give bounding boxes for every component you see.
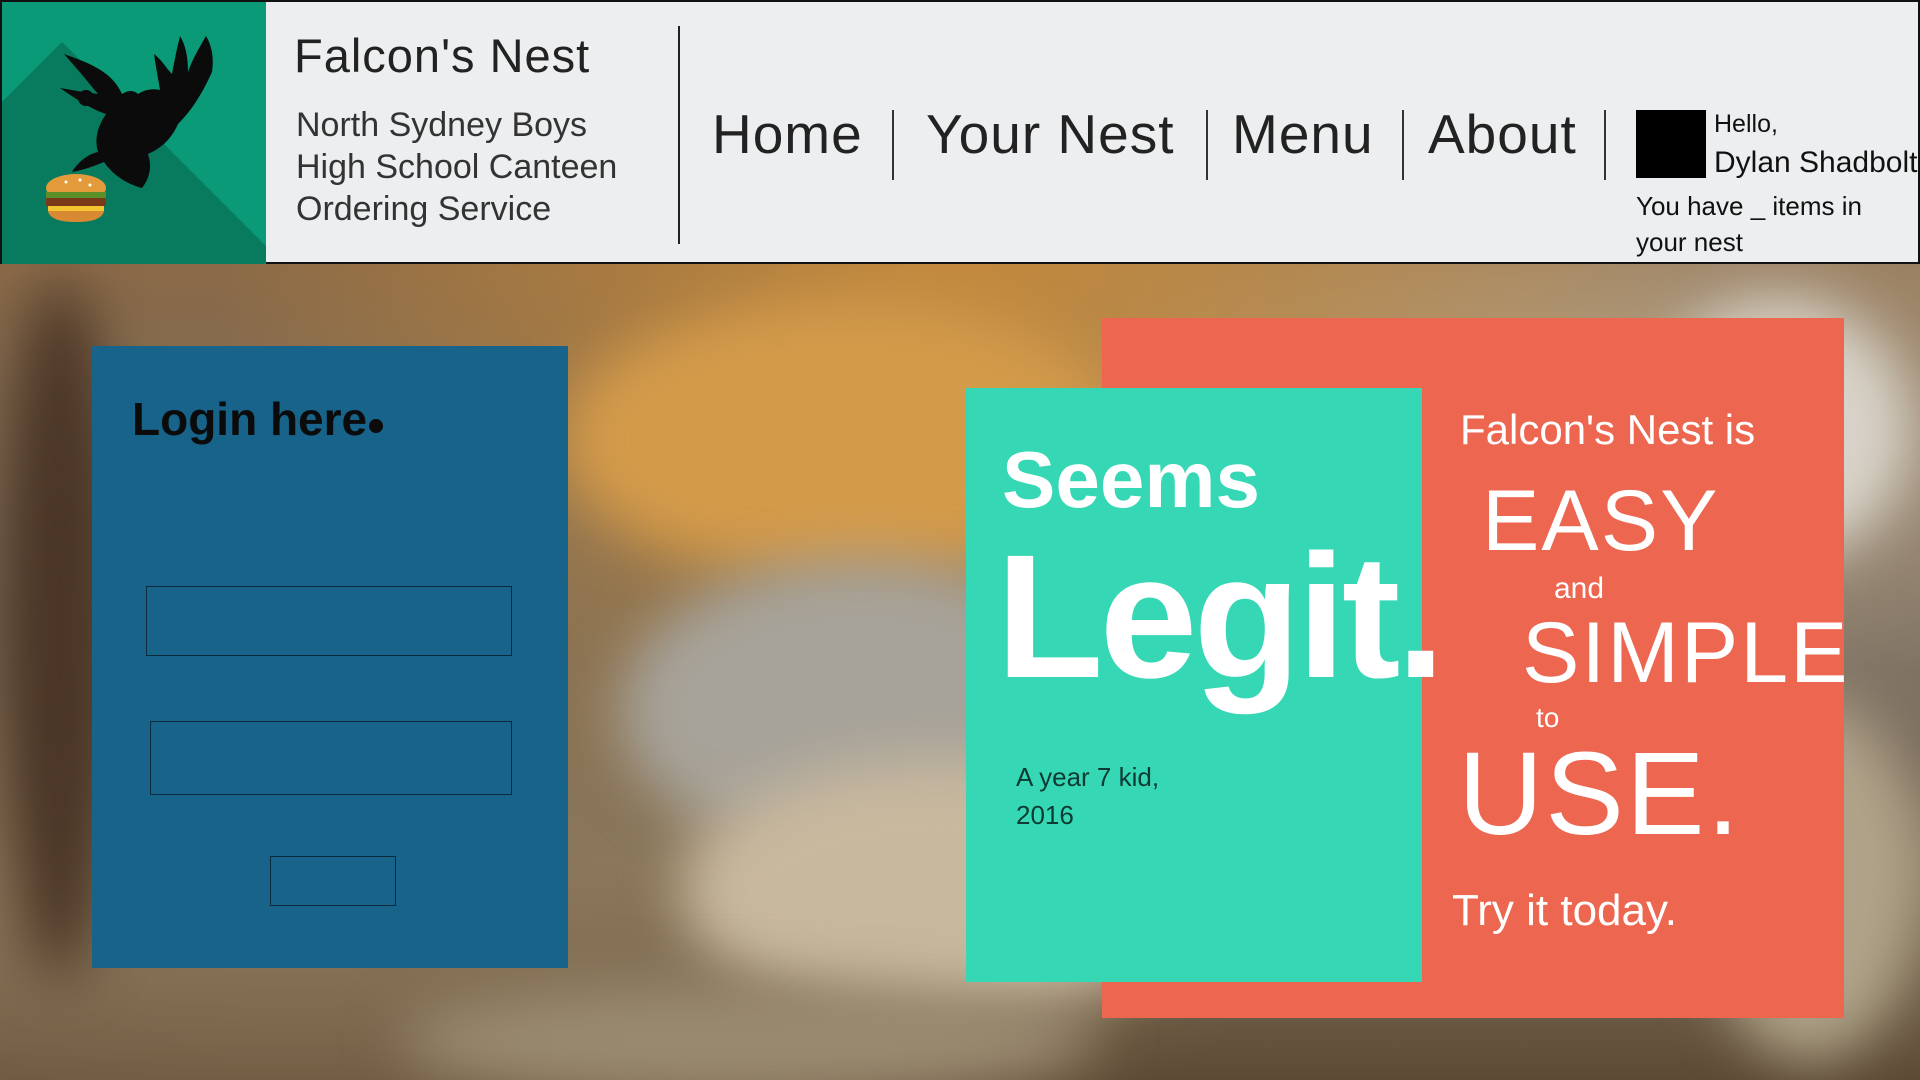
nav-separator bbox=[892, 110, 894, 180]
promo-simple: SIMPLE bbox=[1522, 605, 1850, 701]
nest-item-count[interactable]: You have _ items in your nest bbox=[1636, 188, 1906, 260]
login-title: Login here bbox=[132, 392, 384, 446]
promo-and: and bbox=[1554, 572, 1605, 605]
promo-intro: Falcon's Nest is bbox=[1460, 406, 1756, 453]
brand-subtitle-line: High School Canteen bbox=[296, 148, 618, 186]
nav-menu[interactable]: Menu bbox=[1232, 102, 1374, 166]
nav-separator bbox=[1402, 110, 1404, 180]
promo-use: USE. bbox=[1458, 728, 1742, 860]
testimonial-attribution: A year 7 kid, 2016 bbox=[1016, 758, 1159, 834]
login-title-text: Login here bbox=[132, 393, 368, 445]
testimonial-card: Seems Legit. A year 7 kid, 2016 bbox=[966, 388, 1445, 982]
attribution-line: A year 7 kid, bbox=[1016, 762, 1160, 792]
brand-subtitle-line: North Sydney Boys bbox=[296, 106, 588, 144]
testimonial-line1: Seems bbox=[1002, 435, 1260, 524]
brand-title: Falcon's Nest bbox=[294, 29, 591, 82]
logo[interactable] bbox=[2, 2, 266, 264]
falcon-with-burger-icon bbox=[46, 36, 213, 222]
promo-easy: EASY bbox=[1482, 473, 1720, 569]
login-submit-button[interactable] bbox=[270, 856, 396, 906]
password-input[interactable] bbox=[150, 721, 512, 795]
nav-your-nest[interactable]: Your Nest bbox=[926, 102, 1175, 166]
promo-cta[interactable]: Try it today. bbox=[1452, 886, 1677, 936]
header-divider bbox=[678, 26, 680, 244]
nav-home[interactable]: Home bbox=[712, 102, 863, 166]
brand-subtitle-line: Ordering Service bbox=[296, 190, 552, 228]
testimonial-line2: Legit. bbox=[996, 519, 1445, 715]
login-panel: Login here bbox=[92, 346, 568, 968]
nav-about[interactable]: About bbox=[1428, 102, 1577, 166]
nav-separator bbox=[1206, 110, 1208, 180]
nav-separator bbox=[1604, 110, 1606, 180]
login-title-dot bbox=[369, 419, 384, 433]
user-avatar[interactable] bbox=[1636, 110, 1706, 178]
user-name[interactable]: Dylan Shadbolt bbox=[1714, 146, 1917, 180]
username-input[interactable] bbox=[146, 586, 512, 656]
brand-subtitle: North Sydney Boys High School Canteen Or… bbox=[296, 104, 676, 230]
user-greeting: Hello, bbox=[1714, 110, 1778, 138]
attribution-line: 2016 bbox=[1016, 800, 1074, 830]
site-header: Falcon's Nest North Sydney Boys High Sch… bbox=[0, 0, 1920, 264]
